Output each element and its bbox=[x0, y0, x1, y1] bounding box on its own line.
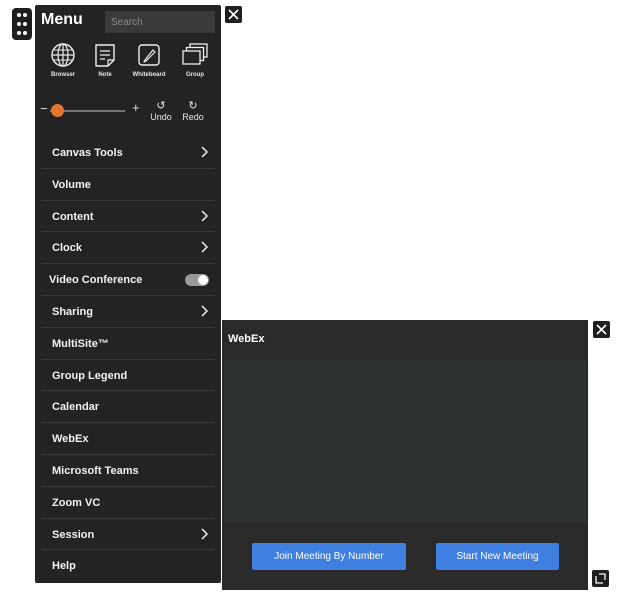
redo-label: Redo bbox=[182, 112, 204, 122]
menu-item-label: MultiSite™ bbox=[52, 337, 109, 350]
menu-item-multisite[interactable]: MultiSite™ bbox=[41, 328, 215, 360]
expand-icon bbox=[595, 573, 606, 584]
pen-icon bbox=[138, 44, 160, 66]
redo-button[interactable]: ↻ Redo bbox=[179, 100, 207, 123]
app-label: Browser bbox=[50, 72, 75, 78]
menu-item-clock[interactable]: Clock bbox=[41, 232, 215, 265]
menu-item-label: Help bbox=[52, 560, 76, 573]
menu-item-microsoft-teams[interactable]: Microsoft Teams bbox=[41, 455, 215, 487]
menu-item-label: Volume bbox=[52, 178, 91, 191]
menu-item-label: Microsoft Teams bbox=[52, 464, 139, 477]
toggle-knob bbox=[198, 275, 208, 286]
menu-close-button[interactable] bbox=[225, 6, 242, 23]
menu-title: Menu bbox=[41, 11, 83, 28]
app-label: Note bbox=[98, 72, 112, 78]
menu-item-help[interactable]: Help bbox=[41, 550, 215, 582]
menu-item-label: Sharing bbox=[52, 305, 93, 318]
zoom-out-button[interactable]: − bbox=[40, 101, 48, 116]
browser-app-button[interactable]: Browser bbox=[45, 42, 81, 78]
group-app-button[interactable]: Group bbox=[177, 42, 213, 78]
menu-item-label: Video Conference bbox=[49, 274, 143, 287]
undo-button[interactable]: ↺ Undo bbox=[147, 100, 175, 123]
menu-item-label: Canvas Tools bbox=[52, 147, 123, 159]
menu-item-sharing[interactable]: Sharing bbox=[41, 296, 215, 328]
menu-item-calendar[interactable]: Calendar bbox=[41, 391, 215, 424]
chevron-right-icon bbox=[201, 528, 209, 540]
menu-item-zoom-vc[interactable]: Zoom VC bbox=[41, 487, 215, 519]
menu-item-label: Content bbox=[52, 210, 94, 223]
globe-icon bbox=[51, 43, 75, 67]
start-meeting-button[interactable]: Start New Meeting bbox=[436, 543, 559, 570]
webex-content-area bbox=[224, 360, 586, 522]
menu-item-canvas-tools[interactable]: Canvas Tools bbox=[41, 137, 215, 169]
chevron-right-icon bbox=[201, 241, 209, 253]
menu-list: Canvas Tools Volume Content Clock Video … bbox=[41, 137, 215, 582]
zoom-control: − + ↺ Undo ↻ Redo bbox=[35, 100, 221, 131]
stack-icon bbox=[182, 43, 208, 65]
menu-item-webex[interactable]: WebEx bbox=[41, 423, 215, 455]
search-input[interactable] bbox=[105, 11, 215, 33]
drag-handle-icon[interactable] bbox=[12, 8, 32, 40]
zoom-slider-thumb[interactable] bbox=[51, 104, 64, 117]
app-label: Group bbox=[186, 72, 204, 78]
app-label: Whiteboard bbox=[132, 72, 166, 78]
webex-title: WebEx bbox=[228, 333, 265, 345]
menu-item-label: Clock bbox=[52, 242, 82, 255]
menu-item-label: WebEx bbox=[52, 433, 89, 446]
menu-item-session[interactable]: Session bbox=[41, 519, 215, 551]
menu-item-label: Calendar bbox=[52, 401, 100, 414]
expand-button[interactable] bbox=[592, 570, 609, 587]
redo-icon: ↻ bbox=[188, 100, 198, 112]
menu-item-label: Session bbox=[52, 528, 95, 541]
chevron-right-icon bbox=[201, 146, 209, 158]
webex-panel: WebEx Join Meeting By Number Start New M… bbox=[222, 320, 588, 590]
undo-icon: ↺ bbox=[156, 100, 166, 112]
menu-item-volume[interactable]: Volume bbox=[41, 169, 215, 201]
join-meeting-button[interactable]: Join Meeting By Number bbox=[252, 543, 406, 570]
menu-item-group-legend[interactable]: Group Legend bbox=[41, 360, 215, 392]
undo-label: Undo bbox=[150, 112, 172, 122]
note-app-button[interactable]: Note bbox=[87, 42, 123, 78]
chevron-right-icon bbox=[201, 210, 209, 222]
whiteboard-app-button[interactable]: Whiteboard bbox=[131, 42, 167, 78]
menu-panel: Menu Browser Note Whiteboard bbox=[35, 5, 221, 583]
menu-item-label: Group Legend bbox=[52, 369, 128, 382]
menu-item-video-conference[interactable]: Video Conference bbox=[41, 264, 215, 296]
chevron-right-icon bbox=[201, 305, 209, 317]
menu-item-content[interactable]: Content bbox=[41, 201, 215, 233]
close-icon bbox=[596, 324, 607, 335]
menu-item-label: Zoom VC bbox=[52, 496, 101, 509]
close-icon bbox=[228, 9, 239, 20]
zoom-in-button[interactable]: + bbox=[132, 100, 140, 115]
webex-close-button[interactable] bbox=[593, 321, 610, 338]
video-conference-toggle[interactable] bbox=[185, 274, 209, 287]
note-icon bbox=[95, 44, 115, 67]
